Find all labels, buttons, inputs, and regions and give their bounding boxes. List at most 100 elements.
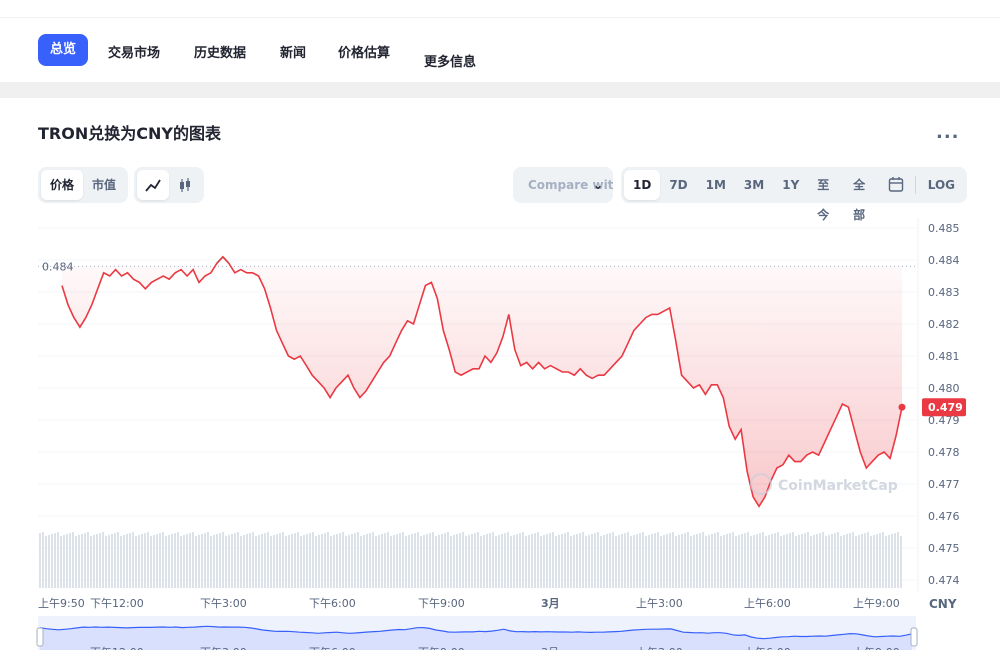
volume-bar (417, 532, 419, 588)
volume-bar (468, 535, 470, 588)
tab-news[interactable]: 新闻 (280, 42, 306, 61)
volume-bar (756, 534, 758, 588)
volume-bar (765, 536, 767, 588)
volume-bar (666, 534, 668, 588)
volume-bar (384, 533, 386, 588)
candlestick-icon[interactable] (169, 170, 201, 200)
volume-bar (231, 534, 233, 588)
volume-bar (474, 533, 476, 588)
navigator-tick-label: 上午3:00 (636, 646, 683, 650)
navigator-tick-label: 下午9:00 (418, 646, 465, 650)
navigator-tick-label: 3月 (541, 646, 559, 650)
current-price-dot (898, 403, 906, 411)
volume-bar (564, 533, 566, 588)
volume-bar (57, 532, 59, 588)
volume-bar (732, 532, 734, 588)
volume-bar (723, 535, 725, 588)
range-ytd-button[interactable]: 至今 (808, 170, 844, 222)
calendar-icon[interactable] (880, 170, 912, 200)
volume-bar (702, 532, 704, 588)
tab-more-info[interactable]: 更多信息 (424, 51, 476, 70)
volume-bar (843, 535, 845, 588)
watermark: CoinMarketCap (750, 473, 898, 495)
volume-bar (129, 533, 131, 588)
compare-dropdown[interactable]: Compare with ⌄ (513, 167, 613, 203)
volume-bar (603, 535, 605, 588)
volume-bar (153, 535, 155, 588)
volume-bar (324, 533, 326, 588)
volume-bar (402, 532, 404, 588)
volume-bar (816, 534, 818, 588)
y-tick-label: 0.479 (928, 414, 960, 427)
volume-bar (684, 533, 686, 588)
tab-markets[interactable]: 交易市场 (108, 42, 160, 61)
price-toggle-button[interactable]: 价格 (41, 170, 84, 200)
volume-bar (423, 535, 425, 588)
volume-bar (450, 536, 452, 588)
view-toggle: 价格 市值 (38, 167, 129, 203)
volume-bar (159, 533, 161, 588)
volume-bar (630, 536, 632, 588)
volume-bar (102, 532, 104, 588)
volume-bar (858, 535, 860, 588)
volume-bar (792, 532, 794, 588)
volume-bar (795, 536, 797, 588)
volume-bar (759, 533, 761, 588)
x-tick-label: 上午9:50 (38, 597, 85, 610)
volume-bar (642, 532, 644, 588)
price-area-fill (62, 266, 902, 507)
volume-bar (312, 532, 314, 588)
volume-bar (216, 534, 218, 588)
volume-bar (645, 536, 647, 588)
y-tick-label: 0.482 (928, 318, 960, 331)
tab-price-estimates[interactable]: 价格估算 (338, 42, 390, 61)
volume-bar (750, 536, 752, 588)
chart-type-toggle (134, 167, 204, 203)
volume-bar (768, 535, 770, 588)
volume-bar (195, 536, 197, 588)
range-selector: 1D 7D 1M 3M 1Y 至今 全部 LOG (621, 167, 967, 222)
volume-bar (393, 535, 395, 588)
range-divider (914, 176, 916, 194)
range-all-button[interactable]: 全部 (844, 170, 880, 222)
log-scale-button[interactable]: LOG (919, 170, 964, 200)
volume-bar (174, 533, 176, 588)
volume-bar (873, 535, 875, 588)
volume-bar (81, 534, 83, 588)
range-1m-button[interactable]: 1M (697, 170, 735, 200)
volume-bar (237, 532, 239, 588)
volume-bar (147, 532, 149, 588)
volume-bar (366, 534, 368, 588)
range-1d-button[interactable]: 1D (624, 170, 661, 200)
volume-bar (285, 536, 287, 588)
volume-bar (90, 536, 92, 588)
range-7d-button[interactable]: 7D (660, 170, 696, 200)
marketcap-toggle-button[interactable]: 市值 (83, 170, 125, 200)
volume-bar (192, 532, 194, 588)
volume-bar (99, 533, 101, 588)
volume-bar (864, 533, 866, 588)
tab-overview[interactable]: 总览 (38, 34, 89, 66)
more-options-icon[interactable]: ... (936, 122, 960, 143)
volume-bar (210, 536, 212, 588)
range-1y-button[interactable]: 1Y (773, 170, 808, 200)
volume-bar (300, 536, 302, 588)
volume-bar (213, 535, 215, 588)
navigator-handle-left[interactable] (36, 627, 44, 647)
volume-bar (636, 534, 638, 588)
line-chart-icon[interactable] (137, 170, 169, 200)
volume-bar (63, 535, 65, 588)
volume-bar (567, 532, 569, 588)
x-tick-label: 下午6:00 (309, 597, 356, 610)
volume-bar (135, 536, 137, 588)
volume-bar (60, 536, 62, 588)
volume-bar (672, 532, 674, 588)
navigator-handle-right[interactable] (910, 627, 918, 647)
volume-bar (351, 534, 353, 588)
navigator-track[interactable] (38, 616, 916, 650)
range-3m-button[interactable]: 3M (735, 170, 773, 200)
volume-bar (114, 533, 116, 588)
tab-historical-data[interactable]: 历史数据 (194, 42, 246, 61)
volume-bar (348, 535, 350, 588)
volume-bar (888, 535, 890, 588)
